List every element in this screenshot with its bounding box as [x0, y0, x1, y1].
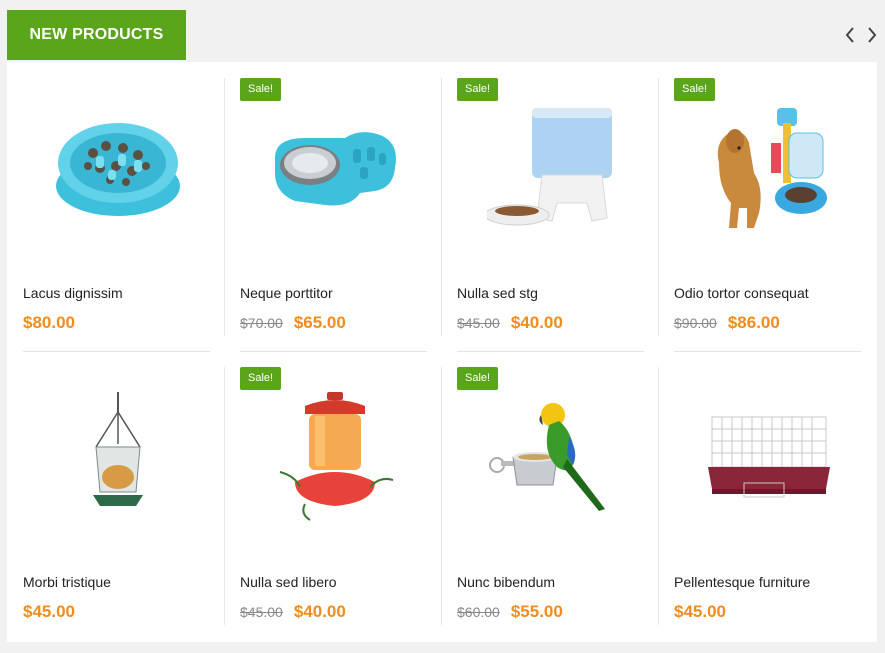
price-block: $60.00 $55.00	[457, 602, 563, 622]
old-price: $60.00	[457, 604, 500, 620]
product-card[interactable]: Morbi tristique $45.00	[23, 367, 210, 637]
price: $45.00	[674, 602, 726, 621]
chevron-left-icon	[845, 27, 854, 43]
product-grid: Lacus dignissim $80.00 Sale! Neque portt…	[7, 62, 877, 642]
hummingbird-feeder-image[interactable]	[260, 387, 410, 527]
section-header: NEW PRODUCTS	[7, 10, 877, 64]
tab-new-products[interactable]: NEW PRODUCTS	[7, 10, 186, 60]
dog-with-water-dispenser-image[interactable]	[694, 98, 844, 238]
old-price: $45.00	[457, 315, 500, 331]
parrot-on-bowl-image[interactable]	[477, 387, 627, 527]
price-block: $80.00	[23, 313, 75, 333]
product-name[interactable]: Pellentesque furniture	[674, 574, 810, 590]
product-name[interactable]: Neque porttitor	[240, 285, 333, 301]
chevron-right-icon	[868, 27, 877, 43]
hanging-bird-feeder-image[interactable]	[43, 387, 193, 527]
price-block: $45.00 $40.00	[240, 602, 346, 622]
price: $40.00	[293, 602, 346, 621]
price: $45.00	[23, 602, 75, 621]
price-block: $45.00	[23, 602, 75, 622]
new-products-panel: NEW PRODUCTS Lacus dignissim $80.00 Sale…	[7, 10, 877, 642]
product-name[interactable]: Odio tortor consequat	[674, 285, 809, 301]
slow-feeder-bowl-image[interactable]	[43, 98, 193, 238]
product-card[interactable]: Sale! Nulla sed libero $45.00 $40.00	[240, 367, 427, 637]
old-price: $45.00	[240, 604, 283, 620]
pet-bowl-with-steel-dish-image[interactable]	[260, 98, 410, 238]
product-name[interactable]: Nulla sed stg	[457, 285, 538, 301]
next-button[interactable]	[863, 24, 881, 46]
old-price: $90.00	[674, 315, 717, 331]
price: $55.00	[510, 602, 563, 621]
small-animal-cage-image[interactable]	[694, 387, 844, 527]
price: $80.00	[23, 313, 75, 332]
product-card[interactable]: Sale! Odio tortor consequat $90.00 $86.0	[674, 78, 861, 348]
product-card[interactable]: Pellentesque furniture $45.00	[674, 367, 861, 637]
price-block: $70.00 $65.00	[240, 313, 346, 333]
price: $65.00	[293, 313, 346, 332]
price-block: $45.00	[674, 602, 726, 622]
price-block: $90.00 $86.00	[674, 313, 780, 333]
prev-button[interactable]	[841, 24, 859, 46]
product-name[interactable]: Nulla sed libero	[240, 574, 337, 590]
price: $40.00	[510, 313, 563, 332]
old-price: $70.00	[240, 315, 283, 331]
product-card[interactable]: Sale! Nulla sed stg $45.00 $40.00	[457, 78, 644, 348]
product-card[interactable]: Sale! Neque porttitor $70.00 $65.00	[240, 78, 427, 348]
product-card[interactable]: Lacus dignissim $80.00	[23, 78, 210, 348]
price: $86.00	[727, 313, 780, 332]
automatic-pet-feeder-image[interactable]	[477, 98, 627, 238]
price-block: $45.00 $40.00	[457, 313, 563, 333]
product-card[interactable]: Sale! Nunc bibendum $60.00 $55.00	[457, 367, 644, 637]
product-name[interactable]: Nunc bibendum	[457, 574, 555, 590]
product-name[interactable]: Morbi tristique	[23, 574, 111, 590]
product-name[interactable]: Lacus dignissim	[23, 285, 123, 301]
